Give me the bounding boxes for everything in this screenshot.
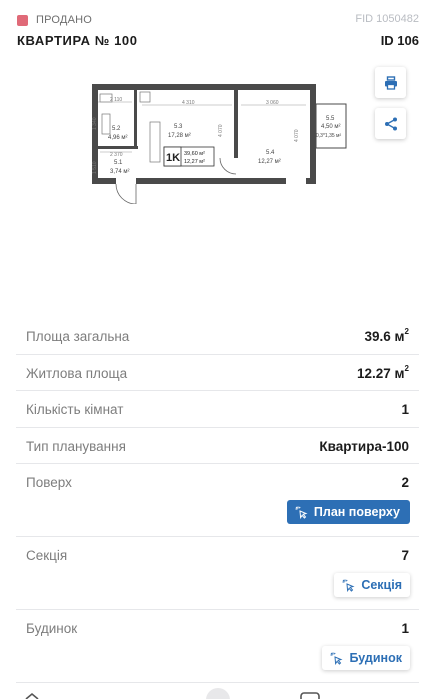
dim-5: 4 070	[218, 124, 224, 137]
wall-bath	[98, 146, 138, 149]
room-5-5-area: 4,50 м²	[321, 124, 340, 130]
share-icon	[384, 117, 397, 130]
rooms-label: Кількість кімнат	[26, 402, 124, 417]
dim-6: 4 070	[294, 129, 300, 142]
apartment-header: ПРОДАНО FID 1050482 КВАРТИРА № 100 ID 10…	[0, 0, 435, 60]
property-row-layout: Тип планування Квартира-100	[16, 428, 419, 464]
dim-1: 2 110	[110, 97, 122, 103]
room-5-5-num: 5.5	[326, 116, 335, 122]
room-5-3-area: 17,28 м²	[168, 133, 191, 139]
room-door	[219, 157, 237, 175]
floor-plan-drawing: 2 110 4 310 3 060 2 370 4 070 4 070 1 51…	[92, 84, 347, 205]
bottom-nav-partial	[0, 686, 435, 699]
floor-value: 2	[401, 475, 409, 490]
floor-plan-button-label: План поверху	[313, 505, 400, 519]
section-button[interactable]: Секція	[334, 573, 410, 597]
section-value: 7	[401, 548, 409, 563]
property-row-rooms: Кількість кімнат 1	[16, 391, 419, 428]
rooms-value: 1	[401, 402, 409, 417]
dim-8: 1 340	[92, 117, 98, 130]
room-5-1-area: 3,74 м²	[110, 169, 129, 175]
dim-4: 2 370	[110, 152, 123, 158]
property-row-total-area: Площа загальна 39.6 м2	[16, 318, 419, 355]
badge-total: 39,60 м²	[184, 151, 205, 157]
building-button-label: Будинок	[349, 651, 402, 665]
properties-list: Площа загальна 39.6 м2 Житлова площа 12.…	[16, 318, 419, 683]
room-5-2-num: 5.2	[112, 126, 121, 132]
status-dot	[17, 14, 28, 26]
room-5-3-num: 5.3	[174, 124, 183, 130]
stove-fixture	[139, 91, 151, 103]
wall-partition	[234, 90, 238, 158]
bottom-nav-icons	[25, 688, 320, 699]
cursor-click-icon	[295, 506, 308, 519]
section-button-label: Секція	[361, 578, 402, 592]
room-5-2-area: 4,96 м²	[108, 135, 127, 141]
status-indicator: ПРОДАНО	[17, 14, 92, 26]
living-area-value: 12.27 м2	[357, 363, 409, 381]
badge-type: 1K	[166, 152, 180, 164]
apartment-id: ID 106	[380, 33, 419, 48]
room-5-4-num: 5.4	[266, 150, 275, 156]
dim-3: 3 060	[266, 100, 279, 106]
building-button[interactable]: Будинок	[322, 646, 410, 670]
print-button[interactable]	[375, 67, 406, 98]
entrance-door	[115, 183, 137, 205]
layout-label: Тип планування	[26, 438, 126, 454]
floor-plan[interactable]: 2 110 4 310 3 060 2 370 4 070 4 070 1 51…	[86, 82, 350, 205]
dim-2: 4 310	[182, 100, 195, 106]
total-area-value: 39.6 м2	[364, 327, 409, 344]
cursor-click-icon	[342, 579, 355, 592]
dim-7: 1 510	[92, 161, 98, 174]
wall-bottom-mid	[136, 178, 286, 184]
wall-top	[92, 84, 316, 90]
living-area-label: Житлова площа	[26, 365, 128, 381]
floor-plan-button[interactable]: План поверху	[286, 500, 410, 524]
floor-label: Поверх	[26, 475, 72, 490]
property-row-building: Будинок 1 Будинок	[16, 610, 419, 683]
total-area-label: Площа загальна	[26, 329, 130, 344]
layout-value: Квартира-100	[319, 438, 409, 454]
wall-bath-v	[134, 90, 137, 146]
bath-fixture	[101, 113, 111, 135]
property-row-floor: Поверх 2 План поверху	[16, 464, 419, 537]
counter-fixture	[149, 121, 161, 163]
apartment-badge: 1K 39,60 м² 12,27 м²	[163, 146, 215, 167]
status-text: ПРОДАНО	[36, 14, 93, 26]
printer-icon	[384, 75, 397, 90]
section-label: Секція	[26, 548, 68, 563]
wall-bottom-left	[92, 178, 116, 184]
property-row-living-area: Житлова площа 12.27 м2	[16, 355, 419, 391]
cursor-click-icon	[330, 652, 343, 665]
fid-label: FID 1050482	[355, 13, 419, 25]
room-5-4-area: 12,27 м²	[258, 159, 281, 165]
room-5-5-note: 0,3*1,35 м²	[316, 133, 341, 139]
building-label: Будинок	[26, 621, 78, 636]
room-5-1-num: 5.1	[114, 160, 123, 166]
building-value: 1	[401, 621, 409, 636]
apartment-title: КВАРТИРА № 100	[17, 33, 138, 48]
property-row-section: Секція 7 Секція	[16, 537, 419, 610]
badge-living: 12,27 м²	[184, 159, 205, 165]
share-button[interactable]	[375, 108, 406, 139]
